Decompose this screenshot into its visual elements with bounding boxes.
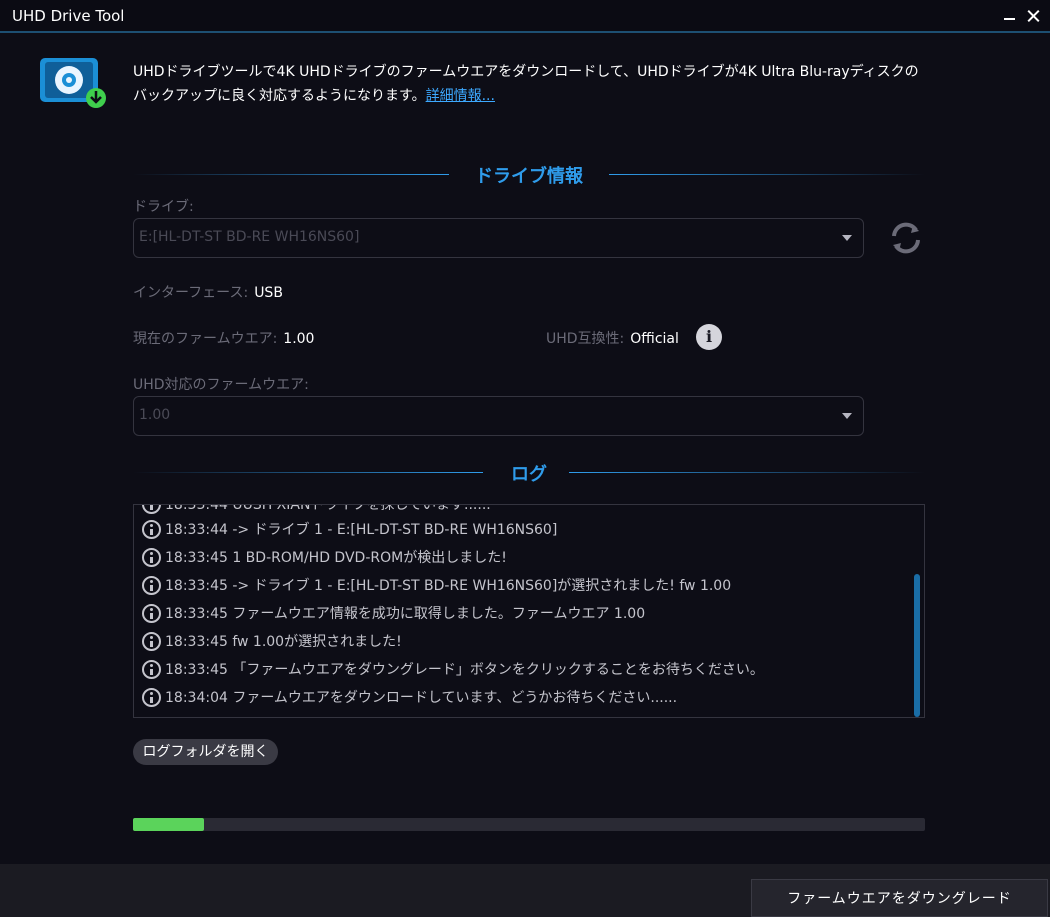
info-icon [142, 603, 161, 623]
info-icon [142, 575, 161, 595]
log-entry: 18:34:04 ファームウエアをダウンロードしています、どうかお待ちください.… [142, 686, 677, 708]
drive-info-heading: ドライブ情報 [475, 166, 583, 187]
title-bar: UHD Drive Tool [0, 0, 1050, 33]
log-entry-text: 18:33:45 「ファームウエアをダウングレード」ボタンをクリックすることをお… [165, 662, 764, 678]
window-title: UHD Drive Tool [12, 7, 125, 25]
log-entry: 18:33:45 「ファームウエアをダウングレード」ボタンをクリックすることをお… [142, 658, 764, 680]
drive-select[interactable]: E:[HL-DT-ST BD-RE WH16NS60] [133, 218, 864, 258]
divider-line [569, 472, 925, 473]
info-icon[interactable]: i [696, 324, 722, 350]
uhd-compat-row: UHD互換性: Official [546, 328, 679, 348]
intro-text: UHDドライブツールで4K UHDドライブのファームウエアをダウンロードして、U… [133, 60, 1033, 108]
interface-value: USB [254, 285, 283, 301]
info-icon [142, 519, 161, 539]
intro-line-1: UHDドライブツールで4K UHDドライブのファームウエアをダウンロードして、U… [133, 64, 919, 80]
refresh-icon[interactable] [887, 219, 925, 257]
divider-line [133, 472, 483, 473]
info-icon [142, 687, 161, 707]
divider-line [133, 174, 449, 175]
log-entry-text: 18:33:45 1 BD-ROM/HD DVD-ROMが検出しました! [165, 550, 507, 566]
uhd-compat-label: UHD互換性: [546, 331, 625, 347]
progress-fill [133, 818, 205, 831]
interface-row: インターフェース: USB [133, 282, 283, 302]
intro-line-2-text: バックアップに良く対応するようになります。 [133, 88, 426, 104]
divider-line [609, 174, 925, 175]
drive-label: ドライブ: [133, 199, 194, 215]
info-icon [142, 505, 161, 514]
uhd-compat-value: Official [630, 331, 679, 347]
info-icon [142, 631, 161, 651]
log-scrollbar[interactable] [914, 574, 920, 717]
drive-info-header: ドライブ情報 [133, 162, 925, 187]
uhd-firmware-select-value: 1.00 [139, 407, 171, 423]
details-link[interactable]: 詳細情報... [426, 88, 495, 104]
log-heading: ログ [511, 464, 547, 485]
log-entry: 18:33:45 fw 1.00が選択されました! [142, 630, 402, 652]
close-icon[interactable] [1022, 4, 1046, 28]
log-entry: 18:33:45 1 BD-ROM/HD DVD-ROMが検出しました! [142, 546, 507, 568]
app-window: UHD Drive Tool UHDドライブツールで4K UHDドライブのファー… [0, 0, 1050, 917]
info-icon [142, 659, 161, 679]
drive-select-value: E:[HL-DT-ST BD-RE WH16NS60] [139, 229, 360, 245]
uhd-firmware-select[interactable]: 1.00 [133, 396, 864, 436]
open-log-folder-button[interactable]: ログフォルダを開く [133, 739, 278, 765]
downgrade-firmware-button[interactable]: ファームウエアをダウングレード [751, 879, 1048, 917]
log-entry: 18:33:45 ファームウエア情報を成功に取得しました。ファームウエア 1.0… [142, 602, 645, 624]
interface-label: インターフェース: [133, 285, 249, 301]
log-header: ログ [133, 460, 925, 485]
log-entry-text: 18:33:44 -> ドライブ 1 - E:[HL-DT-ST BD-RE W… [165, 522, 558, 538]
intro-line-2: バックアップに良く対応するようになります。詳細情報... [133, 84, 1033, 108]
log-entry: 18:33:45 -> ドライブ 1 - E:[HL-DT-ST BD-RE W… [142, 574, 731, 596]
log-entry: 18:33:44 -> ドライブ 1 - E:[HL-DT-ST BD-RE W… [142, 518, 557, 540]
current-firmware-value: 1.00 [283, 331, 315, 347]
log-entry-text: 18:33:44 UUSH XIANドライブを探しています...... [165, 504, 491, 513]
progress-bar [133, 818, 925, 831]
log-entry-text: 18:34:04 ファームウエアをダウンロードしています、どうかお待ちください.… [165, 690, 678, 706]
log-entry-text: 18:33:45 fw 1.00が選択されました! [165, 634, 402, 650]
log-list[interactable]: 18:33:44 UUSH XIANドライブを探しています...... 18:3… [133, 504, 925, 718]
chevron-down-icon [842, 235, 852, 241]
log-entry: 18:33:44 UUSH XIANドライブを探しています...... [142, 504, 491, 515]
log-entry-text: 18:33:45 -> ドライブ 1 - E:[HL-DT-ST BD-RE W… [165, 578, 732, 594]
log-entry-text: 18:33:45 ファームウエア情報を成功に取得しました。ファームウエア 1.0… [165, 606, 646, 622]
minimize-icon[interactable] [998, 4, 1022, 28]
current-firmware-row: 現在のファームウエア: 1.00 [133, 328, 314, 348]
uhd-firmware-label: UHD対応のファームウエア: [133, 377, 309, 393]
info-icon [142, 547, 161, 567]
chevron-down-icon [842, 413, 852, 419]
disc-download-icon [40, 58, 106, 108]
current-firmware-label: 現在のファームウエア: [133, 331, 278, 347]
